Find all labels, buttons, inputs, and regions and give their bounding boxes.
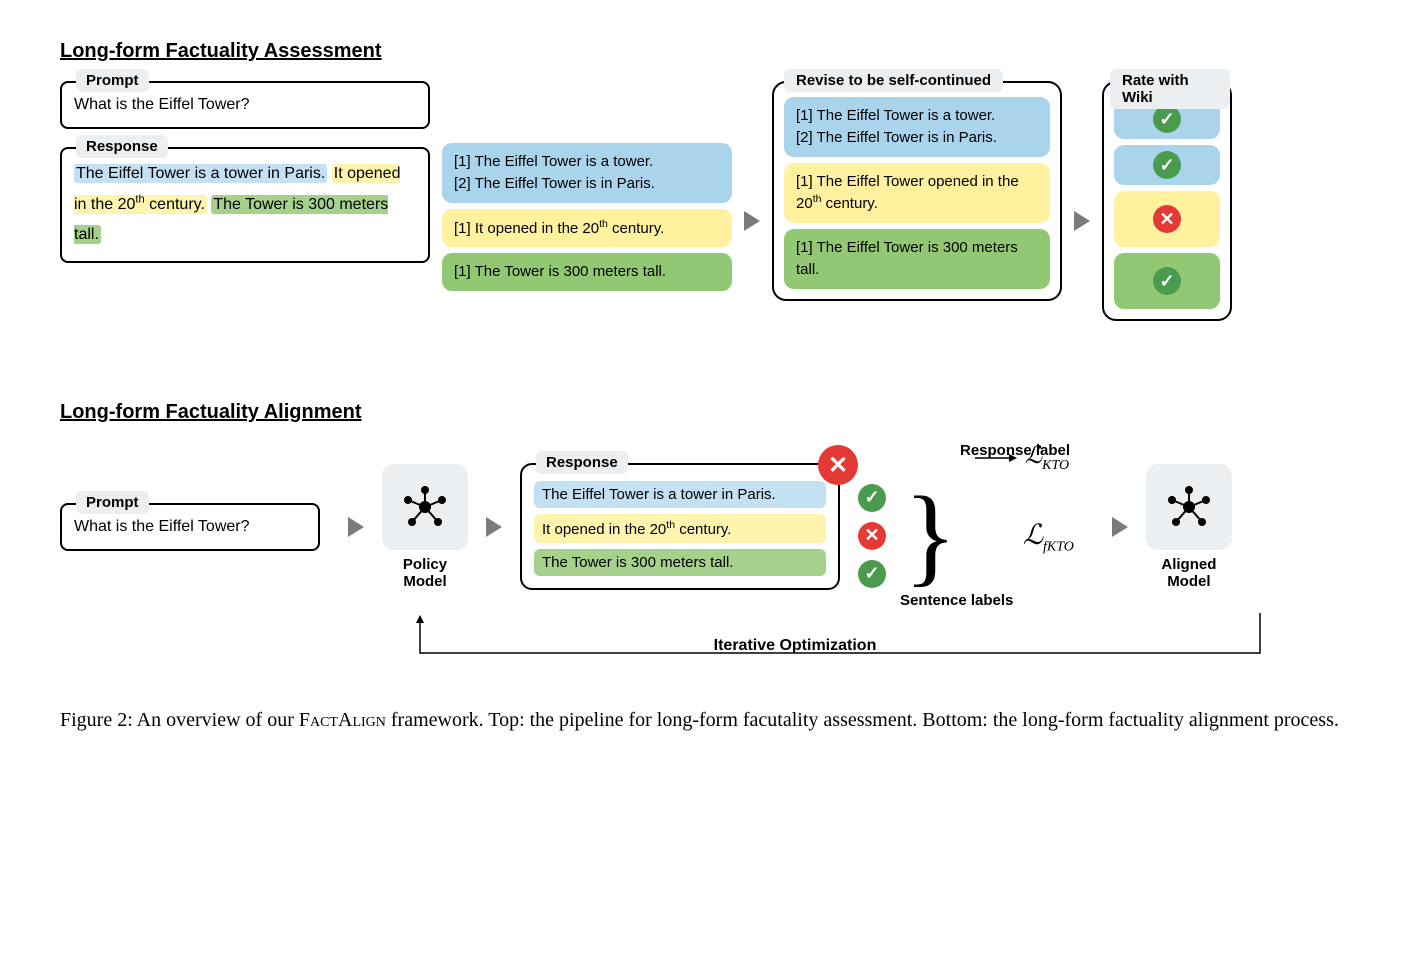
assessment-section: Long-form Factuality Assessment Prompt W…	[60, 40, 1350, 361]
align-sent-3: The Tower is 300 meters tall.	[534, 549, 826, 576]
align-prompt-text: What is the Eiffel Tower?	[74, 515, 306, 539]
response-sent-1: The Eiffel Tower is a tower in Paris.	[74, 164, 327, 183]
rate-yellow: ✕	[1114, 191, 1220, 247]
revised-legend: Revise to be self-continued	[784, 69, 1003, 92]
loss-kto-row: ℒKTO	[975, 441, 1074, 474]
alignment-title: Long-form Factuality Alignment	[60, 401, 1350, 424]
loss-kto-text: ℒKTO	[1025, 441, 1069, 474]
loss-column: ℒKTO ℒfKTO	[975, 497, 1074, 555]
align-response-legend: Response	[536, 451, 628, 474]
align-sent-2: It opened in the 20th century.	[534, 514, 826, 543]
prompt-text: What is the Eiffel Tower?	[74, 93, 416, 117]
response-box: Response The Eiffel Tower is a tower in …	[60, 147, 430, 263]
fact-green: [1] The Tower is 300 meters tall.	[442, 253, 732, 291]
arrow-4	[486, 517, 502, 537]
check-icon: ✓	[858, 484, 886, 512]
align-prompt-wrap: Prompt What is the Eiffel Tower?	[60, 503, 330, 551]
fact-blue: [1] The Eiffel Tower is a tower. [2] The…	[442, 143, 732, 203]
aligned-model-wrap: AlignedModel	[1146, 464, 1232, 590]
check-icon: ✓	[1153, 105, 1181, 133]
policy-model-icon	[382, 464, 468, 550]
aligned-model-icon	[1146, 464, 1232, 550]
arrow-1	[744, 81, 760, 361]
assessment-title: Long-form Factuality Assessment	[60, 40, 1350, 63]
cross-icon: ✕	[858, 522, 886, 550]
big-cross-icon: ✕	[818, 445, 858, 485]
check-icon: ✓	[1153, 151, 1181, 179]
check-icon: ✓	[858, 560, 886, 588]
network-icon	[402, 484, 448, 530]
revised-column: Revise to be self-continued [1] The Eiff…	[772, 81, 1062, 301]
response-legend: Response	[76, 135, 168, 158]
align-prompt-box: Prompt What is the Eiffel Tower?	[60, 503, 320, 551]
figure-caption: Figure 2: An overview of our FactAlign f…	[60, 705, 1350, 735]
aligned-model-label: AlignedModel	[1161, 556, 1216, 590]
cross-icon: ✕	[1153, 205, 1181, 233]
assessment-row: Prompt What is the Eiffel Tower? Respons…	[60, 81, 1350, 361]
prompt-box: Prompt What is the Eiffel Tower?	[60, 81, 430, 129]
policy-model-label: PolicyModel	[403, 556, 447, 590]
network-icon	[1166, 484, 1212, 530]
revised-blue: [1] The Eiffel Tower is a tower. [2] The…	[784, 97, 1050, 157]
align-sent-1: The Eiffel Tower is a tower in Paris.	[534, 481, 826, 508]
align-response-wrap: Response The Eiffel Tower is a tower in …	[520, 463, 840, 590]
brace-icon: }	[904, 497, 957, 574]
rate-legend: Rate with Wiki	[1110, 69, 1230, 109]
policy-model-wrap: PolicyModel	[382, 464, 468, 590]
facts-column: [1] The Eiffel Tower is a tower. [2] The…	[442, 81, 732, 291]
arrow-3	[348, 517, 364, 537]
alignment-row: Prompt What is the Eiffel Tower?	[60, 463, 1350, 590]
rate-green: ✓	[1114, 253, 1220, 309]
align-prompt-legend: Prompt	[76, 491, 149, 514]
feedback-arrow-icon	[390, 613, 1290, 673]
prompt-legend: Prompt	[76, 69, 149, 92]
revised-yellow: [1] The Eiffel Tower opened in the 20th …	[784, 163, 1050, 224]
check-icon: ✓	[1153, 267, 1181, 295]
sentence-labels-col: ✓ ✕ ✓	[858, 466, 886, 588]
revised-green: [1] The Eiffel Tower is 300 meters tall.	[784, 229, 1050, 289]
arrow-2	[1074, 81, 1090, 361]
arrow-5	[1112, 517, 1128, 537]
align-response-box: Response The Eiffel Tower is a tower in …	[520, 463, 840, 590]
rate-column: Rate with Wiki ✓ ✓ ✕ ✓	[1102, 81, 1232, 321]
assessment-left-col: Prompt What is the Eiffel Tower? Respons…	[60, 81, 430, 263]
loss-arrow-icon	[975, 454, 1017, 462]
response-text: The Eiffel Tower is a tower in Paris. It…	[74, 159, 416, 251]
alignment-section: Long-form Factuality Alignment Response …	[60, 401, 1350, 655]
fact-yellow: [1] It opened in the 20th century.	[442, 209, 732, 248]
loss-fkto-text: ℒfKTO	[1023, 518, 1074, 556]
rate-blue-2: ✓	[1114, 145, 1220, 185]
